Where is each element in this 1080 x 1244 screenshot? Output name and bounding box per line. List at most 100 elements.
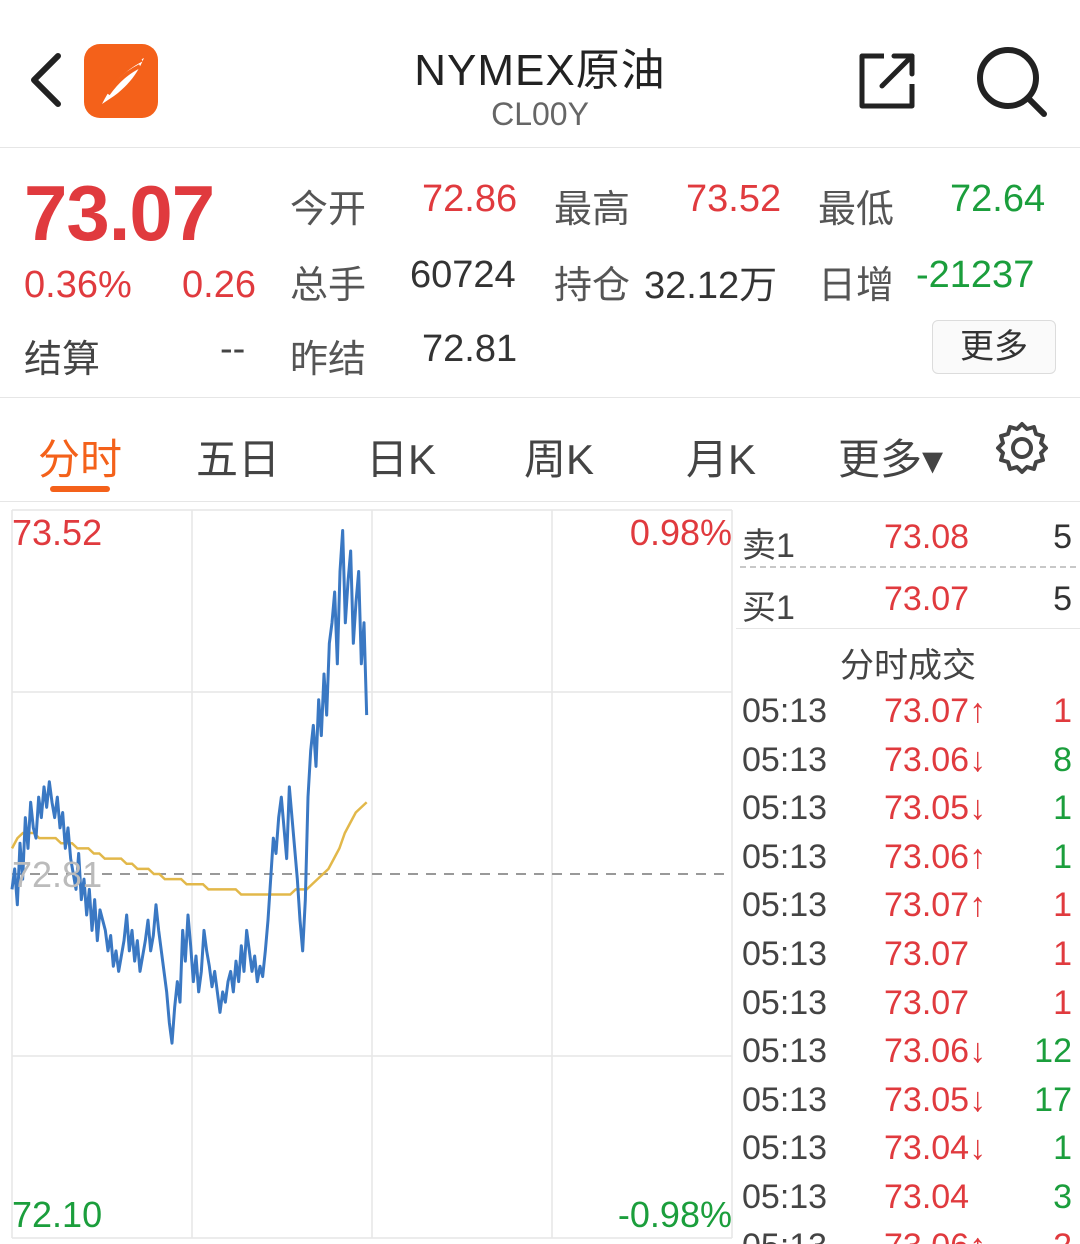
trade-row: 05:13 73.07↑ 1 xyxy=(736,886,1080,934)
more-button[interactable]: 更多 xyxy=(932,320,1056,374)
trade-volume: 1 xyxy=(1053,886,1072,925)
high-value: 73.52 xyxy=(686,178,782,220)
trade-price: 73.07↑ xyxy=(884,886,987,925)
trade-row: 05:13 73.05↓ 17 xyxy=(736,1081,1080,1129)
trade-time: 05:13 xyxy=(742,692,828,730)
price-line xyxy=(10,529,369,1045)
bid-label: 买1 xyxy=(742,589,795,627)
change-percent: 0.36% xyxy=(24,264,132,306)
chart-tabs: 分时 五日 日K 周K 月K 更多▾ xyxy=(0,398,1080,502)
tab-five-day[interactable]: 五日 xyxy=(196,426,280,487)
tab-more[interactable]: 更多▾ xyxy=(838,426,943,487)
low-value: 72.64 xyxy=(950,178,1046,220)
trade-time: 05:13 xyxy=(742,789,828,828)
y-axis-prev-label: 72.81 xyxy=(12,854,103,895)
share-icon[interactable] xyxy=(856,48,920,112)
intraday-chart[interactable]: 73.52 0.98% 72.81 72.10 -0.98% xyxy=(0,502,736,1244)
prev-settle-value: 72.81 xyxy=(422,328,518,370)
ask-price: 73.08 xyxy=(884,518,970,556)
trade-time: 05:13 xyxy=(742,1032,828,1071)
trade-row: 05:13 73.05↓ 1 xyxy=(736,789,1080,837)
trade-volume: 1 xyxy=(1053,692,1072,730)
ask-row: 卖1 73.08 5 xyxy=(736,518,1080,566)
trade-price: 73.06↓ xyxy=(884,740,987,779)
search-icon[interactable] xyxy=(974,44,1050,120)
trade-row: 05:13 73.06↓ 12 xyxy=(736,1032,1080,1080)
daily-change-value: -21237 xyxy=(916,254,1035,296)
trade-row: 05:13 73.07 1 xyxy=(736,935,1080,983)
bid-row: 买1 73.07 5 xyxy=(736,580,1080,628)
pct-axis-max-label: 0.98% xyxy=(629,512,732,553)
trade-volume: 12 xyxy=(1034,1032,1072,1071)
trade-price: 73.07 xyxy=(884,935,970,973)
low-label: 最低 xyxy=(818,189,895,231)
trade-time: 05:13 xyxy=(742,740,828,779)
last-price: 73.07 xyxy=(24,169,215,257)
trade-row: 05:13 73.07↑ 1 xyxy=(736,692,1080,740)
settle-value: -- xyxy=(220,328,246,370)
bid-volume: 5 xyxy=(1053,580,1072,618)
tab-weekly-k[interactable]: 周K xyxy=(524,426,594,487)
ask-label: 卖1 xyxy=(742,527,795,565)
trade-time: 05:13 xyxy=(742,837,828,876)
quote-panel: 73.07 0.36% 0.26 结算 -- 今开 72.86 最高 73.52… xyxy=(0,148,1080,398)
top-bar: NYMEX原油 CL00Y xyxy=(0,0,1080,148)
trade-volume: 8 xyxy=(1053,740,1072,779)
trade-volume: 1 xyxy=(1053,837,1072,876)
trade-price: 73.05↓ xyxy=(884,789,987,828)
y-axis-max-label: 73.52 xyxy=(12,512,103,553)
trade-row: 05:13 73.06↑ 2 xyxy=(736,1227,1080,1244)
order-book-panel: 卖1 73.08 5 买1 73.07 5 分时成交 05:13 73.07↑ 1 0… xyxy=(736,502,1080,1244)
open-interest-value: 32.12万 xyxy=(644,265,778,307)
trade-volume: 1 xyxy=(1053,983,1072,1022)
trade-volume: 3 xyxy=(1053,1178,1072,1216)
trade-row: 05:13 73.06↑ 1 xyxy=(736,838,1080,886)
trade-price: 73.05↓ xyxy=(884,1080,987,1119)
y-axis-min-label: 72.10 xyxy=(12,1194,103,1235)
trade-price: 73.07↑ xyxy=(884,692,987,730)
trade-row: 05:13 73.04↓ 1 xyxy=(736,1129,1080,1177)
trade-price: 73.06↓ xyxy=(884,1032,987,1071)
trade-volume: 1 xyxy=(1053,935,1072,973)
trade-time: 05:13 xyxy=(742,1080,828,1119)
open-value: 72.86 xyxy=(422,178,518,220)
pct-axis-min-label: -0.98% xyxy=(617,1194,732,1235)
trade-time: 05:13 xyxy=(742,1129,828,1168)
settle-label: 结算 xyxy=(24,339,101,381)
prev-settle-label: 昨结 xyxy=(290,339,367,381)
bid-price: 73.07 xyxy=(884,580,970,618)
trade-volume: 2 xyxy=(1053,1227,1072,1244)
trade-volume: 17 xyxy=(1034,1080,1072,1119)
volume-label: 总手 xyxy=(290,265,367,307)
trade-volume: 1 xyxy=(1053,1129,1072,1168)
trade-price: 73.04 xyxy=(884,1178,970,1216)
trade-row: 05:13 73.07 1 xyxy=(736,984,1080,1032)
trade-time: 05:13 xyxy=(742,1227,827,1244)
trades-title: 分时成交 xyxy=(840,647,976,685)
open-interest-label: 持仓 xyxy=(554,265,631,307)
book-divider xyxy=(740,566,1076,568)
active-tab-indicator xyxy=(50,486,110,492)
trade-price: 73.06↑ xyxy=(884,837,987,876)
ask-volume: 5 xyxy=(1053,518,1072,556)
open-label: 今开 xyxy=(290,189,367,231)
trade-price: 73.06↑ xyxy=(884,1227,986,1244)
high-label: 最高 xyxy=(554,189,631,231)
book-separator xyxy=(736,628,1080,629)
tab-monthly-k[interactable]: 月K xyxy=(686,426,756,487)
trade-time: 05:13 xyxy=(742,935,828,973)
tab-daily-k[interactable]: 日K xyxy=(366,426,436,487)
trade-time: 05:13 xyxy=(742,1178,828,1216)
gear-icon[interactable] xyxy=(994,420,1050,476)
daily-change-label: 日增 xyxy=(818,265,895,307)
trade-row: 05:13 73.06↓ 8 xyxy=(736,741,1080,789)
trade-price: 73.07 xyxy=(884,983,970,1022)
change-amount: 0.26 xyxy=(182,264,256,306)
trade-time: 05:13 xyxy=(742,886,828,925)
tab-intraday[interactable]: 分时 xyxy=(38,426,122,487)
volume-value: 60724 xyxy=(410,254,516,296)
intraday-chart-plot xyxy=(10,509,733,1239)
trade-time: 05:13 xyxy=(742,983,828,1022)
trade-row: 05:13 73.04 3 xyxy=(736,1178,1080,1226)
trade-price: 73.04↓ xyxy=(884,1129,987,1168)
